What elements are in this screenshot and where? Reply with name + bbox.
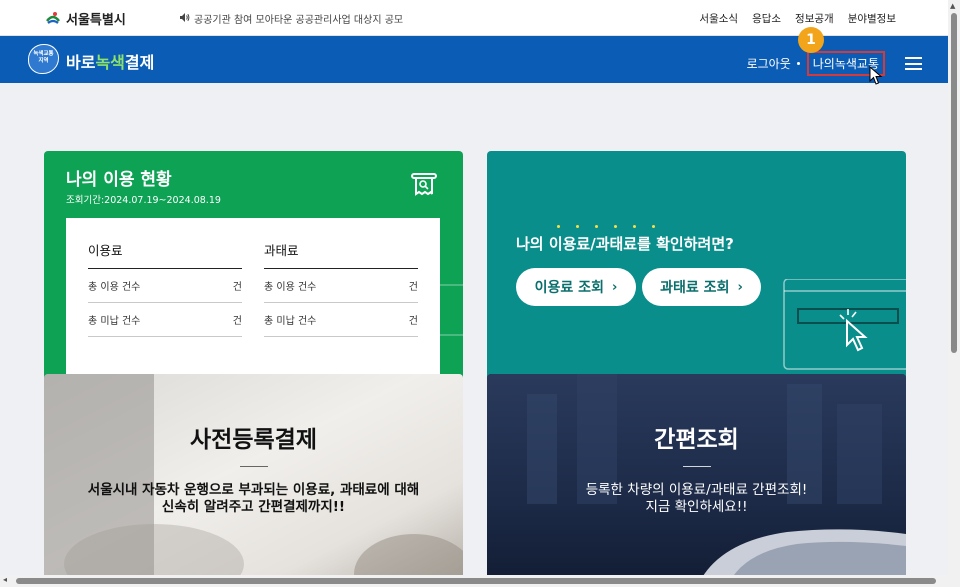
penalty-column: 과태료 총 이용 건수 건 총 미납 건수 건 xyxy=(264,240,418,337)
logo-badge-line-2: 지역 xyxy=(38,58,49,64)
usage-summary-box: 이용료 총 이용 건수 건 총 미납 건수 건 과태료 총 이용 건수 건 총 … xyxy=(66,218,440,381)
penalty-inquiry-button[interactable]: 과태료 조회 › xyxy=(642,268,761,306)
scroll-up-arrow-icon[interactable]: ▲ xyxy=(950,2,955,10)
fee-inquiry-button[interactable]: 이용료 조회 › xyxy=(516,268,636,306)
prepay-registration-card[interactable]: 사전등록결제 서울시내 자동차 운행으로 부과되는 이용료, 과태료에 대해 신… xyxy=(44,374,463,587)
row-unit: 건 xyxy=(408,316,418,327)
receipt-icon[interactable] xyxy=(410,170,438,198)
hamburger-menu-icon[interactable] xyxy=(905,57,922,70)
title-divider xyxy=(239,466,268,467)
prepay-title: 사전등록결제 xyxy=(190,427,317,453)
seoul-logo-icon xyxy=(44,10,62,28)
quick-inquiry-card[interactable]: 간편조회 등록한 차량의 이용료/과태료 간편조회! 지금 확인하세요!! xyxy=(487,374,906,587)
fee-inquiry-title: 나의 이용료/과태료를 확인하려면? xyxy=(516,235,734,253)
vertical-scrollbar[interactable]: ▲ xyxy=(948,0,960,587)
mouse-pointer-icon xyxy=(869,66,883,85)
city-night-car-photo xyxy=(487,374,906,587)
fee-heading: 이용료 xyxy=(88,240,242,269)
vertical-scroll-thumb[interactable] xyxy=(951,13,957,353)
browser-click-illustration xyxy=(783,279,906,370)
row-unit: 건 xyxy=(232,282,242,293)
seoul-city-name: 서울특별시 xyxy=(66,13,126,28)
usage-title: 나의 이용 현황 xyxy=(66,170,172,190)
fee-inquiry-card: 나의 이용료/과태료를 확인하려면? 이용료 조회 › 과태료 조회 › xyxy=(487,151,906,381)
prepay-desc-line-2: 신속히 알려주고 간편결제까지!! xyxy=(161,499,346,515)
penalty-row-total-unpaid: 총 미납 건수 건 xyxy=(264,303,418,337)
row-unit: 건 xyxy=(408,282,418,293)
fee-row-total-unpaid: 총 미납 건수 건 xyxy=(88,303,242,337)
fee-row-total-use: 총 이용 건수 건 xyxy=(88,269,242,303)
usage-period: 조회기간:2024.07.19~2024.08.19 xyxy=(66,195,221,206)
chevron-right-icon: › xyxy=(737,279,743,295)
row-label: 총 미납 건수 xyxy=(264,316,317,327)
decorative-dots xyxy=(557,225,655,228)
utility-links: 서울소식 응답소 정보공개 분야별정보 xyxy=(699,11,896,26)
link-field-info[interactable]: 분야별정보 xyxy=(848,11,896,26)
link-eungdapso[interactable]: 응답소 xyxy=(752,11,781,26)
seoul-logo[interactable]: 서울특별시 xyxy=(44,9,126,28)
fee-column: 이용료 총 이용 건수 건 총 미납 건수 건 xyxy=(88,240,242,337)
service-title-part1: 바로 xyxy=(66,53,96,72)
penalty-row-total-use: 총 이용 건수 건 xyxy=(264,269,418,303)
notice-banner[interactable]: 공공기관 참여 모아타운 공공관리사업 대상지 공모 xyxy=(180,11,403,26)
hands-on-steering-wheel-photo xyxy=(44,374,463,587)
speaker-icon xyxy=(180,12,190,25)
notice-text: 공공기관 참여 모아타운 공공관리사업 대상지 공모 xyxy=(194,15,404,26)
service-title-part3: 결제 xyxy=(124,53,155,72)
step-number-badge: 1 xyxy=(798,27,824,53)
title-divider xyxy=(682,466,711,467)
link-seoul-news[interactable]: 서울소식 xyxy=(699,11,738,26)
penalty-heading: 과태료 xyxy=(264,240,418,269)
header-user-menu: 로그아웃 나의녹색교통 xyxy=(747,51,922,76)
quick-inquiry-title: 간편조회 xyxy=(654,427,739,453)
prepay-desc-line-1: 서울시내 자동차 운행으로 부과되는 이용료, 과태료에 대해 xyxy=(87,482,420,498)
row-label: 총 이용 건수 xyxy=(264,282,317,293)
horizontal-scrollbar[interactable]: ◂ xyxy=(0,575,948,587)
horizontal-scroll-thumb[interactable] xyxy=(16,578,936,584)
service-title-part2: 녹색 xyxy=(95,53,125,72)
scroll-left-arrow-icon[interactable]: ◂ xyxy=(3,575,7,584)
link-info-disclosure[interactable]: 정보공개 xyxy=(795,11,834,26)
row-unit: 건 xyxy=(232,316,242,327)
green-traffic-zone-logo[interactable]: 녹색교통 지역 xyxy=(28,44,59,74)
row-label: 총 미납 건수 xyxy=(88,316,141,327)
penalty-inquiry-button-label: 과태료 조회 xyxy=(660,280,730,296)
fee-inquiry-button-label: 이용료 조회 xyxy=(534,280,604,296)
logout-link[interactable]: 로그아웃 xyxy=(747,55,791,72)
usage-status-card: 나의 이용 현황 조회기간:2024.07.19~2024.08.19 이용료 … xyxy=(44,151,463,381)
row-label: 총 이용 건수 xyxy=(88,282,141,293)
quick-desc-line-2: 지금 확인하세요!! xyxy=(645,499,748,515)
logo-badge-line-1: 녹색교통 xyxy=(33,51,54,57)
chevron-right-icon: › xyxy=(611,279,618,295)
separator-dot xyxy=(796,62,800,65)
service-title[interactable]: 바로녹색결제 xyxy=(66,49,154,73)
quick-desc-line-1: 등록한 차량의 이용료/과태료 간편조회! xyxy=(585,482,808,498)
